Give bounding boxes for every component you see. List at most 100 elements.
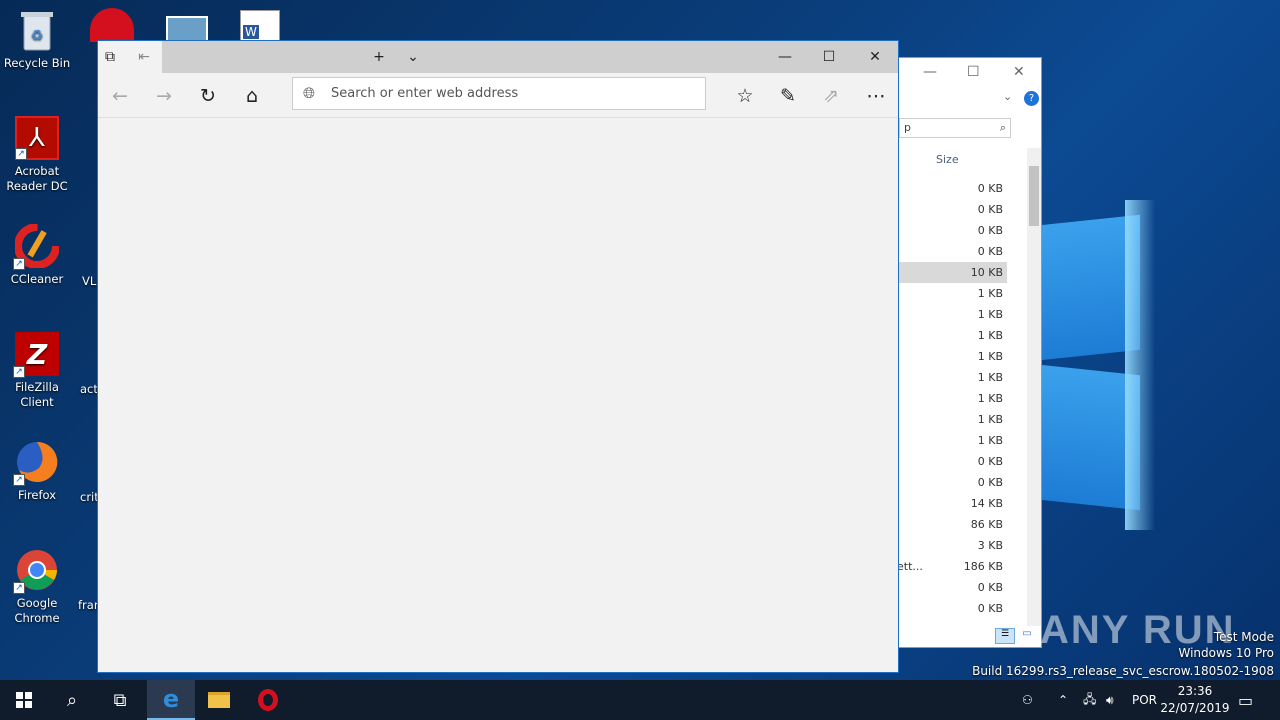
file-size-cell[interactable]: 1 KB — [899, 367, 1007, 388]
desktop-icon-acrobat[interactable]: ⅄ ↗ Acrobat Reader DC — [0, 116, 74, 194]
help-icon[interactable]: ? — [1024, 91, 1039, 106]
page-content[interactable] — [98, 119, 898, 672]
network-icon[interactable]: 🖧︎ — [1083, 680, 1096, 720]
tiles-view-icon[interactable]: ▭ — [1019, 628, 1035, 644]
test-mode-label: Test Mode — [1213, 630, 1274, 644]
web-note-icon[interactable]: ✎ — [773, 81, 803, 111]
filezilla-icon: Z ↗ — [13, 332, 59, 378]
desktop-icon-ccleaner[interactable]: ↗ CCleaner — [0, 224, 74, 287]
input-language[interactable]: POR — [1132, 680, 1157, 720]
back-button[interactable]: ← — [105, 81, 135, 111]
shortcut-arrow-icon: ↗ — [13, 582, 25, 594]
file-size-cell[interactable]: 0 KB — [899, 598, 1007, 619]
people-icon[interactable]: ⚇ — [1022, 680, 1033, 720]
build-label: Build 16299.rs3_release_svc_escrow.18050… — [972, 664, 1274, 678]
desktop-icon-partial-label: crit — [80, 490, 99, 504]
windows-icon — [16, 692, 32, 708]
file-size-cell[interactable]: 0 KB — [899, 220, 1007, 241]
desktop-icon-label: Google Chrome — [14, 596, 60, 625]
edge-browser-window[interactable]: ⧉ ⇤ + ⌄ — ☐ ✕ ← → ↻ ⌂ 🌐︎ Search or enter… — [97, 40, 899, 673]
start-button[interactable] — [0, 680, 48, 720]
file-size-cell[interactable]: 0 KB — [899, 472, 1007, 493]
image-desktop-icon[interactable] — [166, 16, 208, 42]
svg-text:♻: ♻ — [31, 28, 44, 44]
maximize-button[interactable]: ☐ — [806, 41, 852, 73]
close-button[interactable]: ✕ — [852, 41, 898, 73]
favorites-icon[interactable]: ☆ — [730, 81, 760, 111]
navigation-toolbar: ← → ↻ ⌂ 🌐︎ Search or enter web address ☆… — [98, 73, 898, 118]
address-bar[interactable]: 🌐︎ Search or enter web address — [292, 77, 706, 110]
file-size-cell[interactable]: 10 KB — [899, 262, 1007, 283]
set-tabs-aside-icon[interactable]: ⇤ — [126, 41, 162, 73]
home-button[interactable]: ⌂ — [237, 81, 267, 111]
word-desktop-icon[interactable]: W — [240, 10, 280, 42]
file-size-cell[interactable]: 1 KB — [899, 325, 1007, 346]
title-bar[interactable]: ⧉ ⇤ + ⌄ — ☐ ✕ — [98, 41, 898, 73]
desktop-icon-label: Firefox — [17, 488, 57, 502]
windows-edition-label: Windows 10 Pro — [1178, 646, 1274, 660]
minimize-button[interactable]: — — [762, 41, 808, 73]
desktop-icon-label: CCleaner — [10, 272, 64, 286]
file-name-partial: ett... — [897, 560, 923, 573]
file-explorer-window[interactable]: — ☐ ✕ ⌄ ? p ⌕ Size 0 KB 0 KB 0 KB 0 KB 10 KB… — [880, 57, 1042, 648]
shortcut-arrow-icon: ↗ — [13, 258, 25, 270]
desktop-icon-recycle-bin[interactable]: ♻ Recycle Bin — [0, 8, 74, 71]
shortcut-arrow-icon: ↗ — [15, 148, 27, 160]
maximize-button[interactable]: ☐ — [967, 64, 980, 80]
clock-date: 22/07/2019 — [1160, 701, 1230, 715]
more-options-icon[interactable]: ⋯ — [861, 81, 891, 111]
file-size-cell[interactable]: 1 KB — [899, 409, 1007, 430]
desktop-icon-partial-label: VL — [82, 274, 97, 288]
file-size-cell[interactable]: 1 KB — [899, 388, 1007, 409]
vertical-scrollbar[interactable] — [1027, 148, 1041, 626]
edge-taskbar-icon[interactable]: e — [147, 680, 195, 720]
desktop-icon-label: FileZilla Client — [15, 380, 59, 409]
recycle-bin-icon: ♻ — [15, 8, 59, 52]
chevron-down-icon[interactable]: ⌄ — [1003, 90, 1012, 103]
file-size-cell[interactable]: 0 KB — [899, 577, 1007, 598]
wallpaper-logo — [1030, 200, 1280, 530]
search-icon: ⌕ — [999, 121, 1006, 134]
forward-button[interactable]: → — [149, 81, 179, 111]
clock[interactable]: 23:36 22/07/2019 — [1160, 683, 1230, 717]
desktop-icon-chrome[interactable]: ↗ Google Chrome — [0, 548, 74, 626]
share-icon[interactable]: ⇗ — [816, 81, 846, 111]
desktop-icon-label: Recycle Bin — [3, 56, 71, 70]
file-size-cell[interactable]: 0 KB — [899, 178, 1007, 199]
file-size-cell[interactable]: 3 KB — [899, 535, 1007, 556]
refresh-button[interactable]: ↻ — [193, 81, 223, 111]
file-size-cell[interactable]: 0 KB — [899, 451, 1007, 472]
tab-preview-chevron-icon[interactable]: ⌄ — [390, 41, 436, 73]
desktop-icon-filezilla[interactable]: Z ↗ FileZilla Client — [0, 332, 74, 410]
tabs-aside-icon[interactable]: ⧉ — [92, 41, 128, 73]
desktop-icon-firefox[interactable]: ↗ Firefox — [0, 440, 74, 503]
taskbar: ⌕ ⧉ e ⚇ ⌃ 🖧︎ 🔊︎ POR 23:36 22/07/2019 ▭ — [0, 680, 1280, 720]
file-size-cell[interactable]: 1 KB — [899, 430, 1007, 451]
search-input[interactable]: p ⌕ — [899, 118, 1011, 138]
minimize-button[interactable]: — — [923, 64, 937, 80]
file-size-cell[interactable]: 1 KB — [899, 304, 1007, 325]
size-column-header[interactable]: Size — [936, 153, 959, 166]
opera-taskbar-icon[interactable] — [244, 680, 292, 720]
desktop-icon-label: Acrobat Reader DC — [6, 164, 68, 193]
globe-icon: 🌐︎ — [303, 84, 316, 102]
file-size-cell[interactable]: 1 KB — [899, 283, 1007, 304]
address-placeholder: Search or enter web address — [331, 86, 519, 101]
task-view-icon[interactable]: ⧉ — [96, 680, 144, 720]
file-size-cell[interactable]: 0 KB — [899, 241, 1007, 262]
chrome-icon: ↗ — [13, 548, 59, 594]
show-hidden-icons-chevron[interactable]: ⌃ — [1058, 680, 1068, 720]
opera-desktop-icon[interactable] — [90, 8, 134, 42]
search-icon[interactable]: ⌕ — [48, 680, 96, 720]
action-center-icon[interactable]: ▭ — [1238, 680, 1253, 720]
file-explorer-taskbar-icon[interactable] — [195, 680, 243, 720]
file-size-cell[interactable]: 1 KB — [899, 346, 1007, 367]
file-size-cell[interactable]: 86 KB — [899, 514, 1007, 535]
shortcut-arrow-icon: ↗ — [13, 474, 25, 486]
volume-icon[interactable]: 🔊︎ — [1106, 680, 1114, 720]
file-size-cell[interactable]: 14 KB — [899, 493, 1007, 514]
shortcut-arrow-icon: ↗ — [13, 366, 25, 378]
details-view-icon[interactable]: ☰ — [995, 628, 1015, 644]
file-size-cell[interactable]: 0 KB — [899, 199, 1007, 220]
close-button[interactable]: ✕ — [1013, 64, 1025, 80]
